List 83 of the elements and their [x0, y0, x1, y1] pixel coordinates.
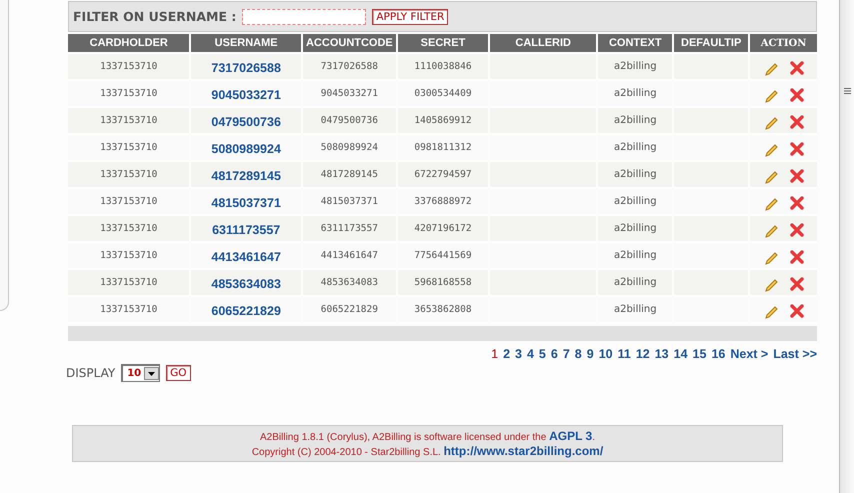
footer-text: Copyright (C) 2004-2010 - Star2billing S.L. http://www.star2billing.com/ — [252, 444, 604, 458]
page-link[interactable]: 12 — [636, 347, 650, 361]
delete-icon[interactable] — [790, 250, 804, 264]
table-cell: 4817289145 — [302, 162, 396, 189]
go-button[interactable]: GO — [166, 365, 191, 381]
grip-icon — [844, 88, 850, 94]
page-link[interactable]: 6 — [550, 347, 558, 361]
pencil-icon[interactable] — [764, 115, 780, 131]
apply-filter-button[interactable]: APPLY FILTER — [372, 8, 448, 24]
pencil-icon[interactable] — [764, 250, 780, 266]
scrollbar[interactable] — [839, 0, 854, 493]
username-filter-field[interactable] — [242, 8, 366, 24]
username-link[interactable]: 6311173557 — [191, 216, 301, 243]
pencil-icon[interactable] — [764, 142, 780, 158]
column-header: CALLERID — [490, 34, 596, 54]
footer-text: A2Billing 1.8.1 (Corylus), A2Billing is software licensed under the AGPL 3. — [260, 429, 595, 443]
table-cell: 1110038846 — [398, 54, 488, 81]
column-header: CONTEXT — [598, 34, 672, 54]
delete-icon[interactable] — [790, 223, 804, 237]
column-header: ACTION — [750, 34, 817, 54]
table-cell: a2billing — [598, 162, 672, 189]
column-header: ACCOUNTCODE — [302, 34, 396, 54]
table-cell: 1337153710 — [68, 270, 190, 297]
page-link[interactable]: 13 — [654, 347, 669, 361]
pencil-icon[interactable] — [764, 196, 780, 212]
table-cell: 0479500736 — [302, 108, 396, 135]
delete-icon[interactable] — [790, 304, 804, 318]
filter-label: FILTER ON USERNAME : — [73, 9, 236, 24]
page-link[interactable]: 4 — [526, 347, 534, 361]
table-cell: 1337153710 — [68, 108, 190, 135]
table-cell: 6722794597 — [398, 162, 488, 189]
pencil-icon[interactable] — [764, 61, 780, 77]
table-cell: 5968168558 — [398, 270, 488, 297]
column-header: CARDHOLDER — [68, 34, 190, 54]
page-link[interactable]: 15 — [692, 347, 706, 361]
column-header: SECRET — [398, 34, 488, 54]
last-link[interactable]: Last >> — [773, 347, 817, 361]
table-cell: a2billing — [598, 108, 672, 135]
page-link[interactable]: 9 — [586, 347, 594, 361]
delete-icon[interactable] — [790, 61, 804, 75]
page-link[interactable]: 2 — [503, 347, 510, 361]
table-cell: a2billing — [598, 270, 672, 297]
page-link[interactable]: 8 — [574, 347, 582, 361]
page-link[interactable]: 3 — [515, 347, 522, 361]
footer-link[interactable]: AGPL 3 — [549, 429, 592, 443]
column-header: DEFAULTIP — [674, 34, 748, 54]
footer-link[interactable]: http://www.star2billing.com/ — [444, 444, 604, 458]
delete-icon[interactable] — [790, 115, 804, 129]
page-link[interactable]: 16 — [711, 347, 726, 361]
table-cell: 1337153710 — [68, 162, 190, 189]
table-cell: 1337153710 — [68, 54, 190, 81]
pencil-icon[interactable] — [764, 277, 780, 293]
display-label: DISPLAY — [66, 366, 116, 380]
delete-icon[interactable] — [790, 277, 804, 291]
page-link[interactable]: 10 — [598, 347, 613, 361]
delete-icon[interactable] — [790, 88, 804, 102]
page-link[interactable]: 1 — [491, 347, 498, 361]
pencil-icon[interactable] — [764, 223, 780, 239]
pencil-icon[interactable] — [764, 88, 780, 104]
table-cell: 1405869912 — [398, 108, 488, 135]
table-cell: 6311173557 — [302, 216, 396, 243]
pencil-icon[interactable] — [764, 169, 780, 185]
table-cell: 4207196172 — [398, 216, 488, 243]
table-cell: a2billing — [598, 54, 672, 81]
page-link[interactable]: 14 — [674, 347, 688, 361]
page-link[interactable]: 5 — [538, 347, 546, 361]
username-link[interactable]: 4853634083 — [191, 270, 301, 297]
delete-icon[interactable] — [790, 169, 804, 183]
page-size-select[interactable]: 10 — [121, 364, 160, 382]
username-link[interactable]: 0479500736 — [191, 108, 301, 135]
delete-icon[interactable] — [790, 196, 804, 210]
pencil-icon[interactable] — [764, 304, 780, 320]
username-link[interactable]: 4817289145 — [191, 162, 301, 189]
page-link[interactable]: 11 — [618, 347, 631, 361]
next-link[interactable]: Next > — [730, 347, 768, 361]
column-header: USERNAME — [191, 34, 301, 54]
delete-icon[interactable] — [790, 142, 804, 156]
username-link[interactable]: 7317026588 — [191, 54, 301, 81]
table-cell: 4853634083 — [302, 270, 396, 297]
page-link[interactable]: 7 — [562, 347, 570, 361]
table-cell: 7317026588 — [302, 54, 396, 81]
table-cell: a2billing — [598, 216, 672, 243]
table-cell: 1337153710 — [68, 216, 190, 243]
